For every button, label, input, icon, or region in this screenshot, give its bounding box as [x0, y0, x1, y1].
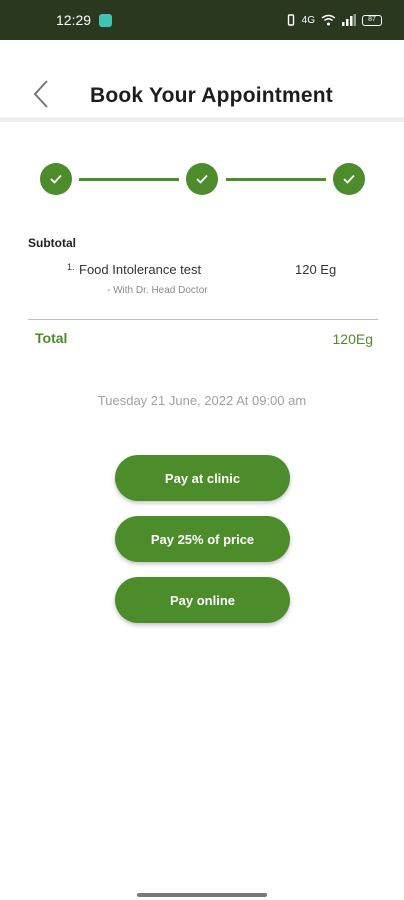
check-icon — [343, 174, 355, 184]
item-name: Food Intolerance test — [79, 262, 202, 277]
chevron-left-icon — [33, 80, 48, 108]
pay-partial-button[interactable]: Pay 25% of price — [115, 516, 290, 562]
app-bar: Book Your Appointment — [0, 40, 404, 122]
status-right: 4G 87 — [286, 14, 382, 26]
signal-icon — [342, 14, 356, 26]
step-1-complete — [40, 163, 72, 195]
step-3-complete — [333, 163, 365, 195]
item-price: 120 Eg — [295, 262, 337, 277]
appointment-date: Tuesday 21 June, 2022 At 09:00 am — [97, 393, 307, 408]
back-button[interactable] — [26, 76, 56, 112]
step-2-complete — [186, 163, 218, 195]
network-type: 4G — [301, 14, 315, 26]
home-indicator[interactable] — [137, 893, 267, 897]
progress-stepper — [40, 163, 365, 195]
page-title: Book Your Appointment — [90, 84, 333, 107]
app-notification-icon — [99, 13, 113, 27]
item-doctor: - With Dr. Head Doctor — [107, 285, 208, 296]
item-number: 1. — [67, 262, 75, 272]
pay-online-button[interactable]: Pay online — [115, 577, 290, 623]
check-icon — [50, 174, 62, 184]
vibrate-icon — [286, 14, 296, 26]
status-time: 12:29 — [56, 12, 92, 28]
pay-at-clinic-button[interactable]: Pay at clinic — [115, 455, 290, 501]
status-bar: 12:29 4G 87 — [0, 0, 404, 40]
status-left: 12:29 — [56, 12, 113, 28]
total-value: 120Eg — [332, 331, 373, 347]
check-icon — [196, 174, 208, 184]
divider — [28, 319, 378, 320]
wifi-icon — [321, 14, 336, 26]
battery-icon: 87 — [362, 14, 382, 26]
step-connector — [226, 177, 326, 181]
step-connector — [79, 177, 179, 181]
subtotal-label: Subtotal — [28, 236, 76, 250]
total-label: Total — [35, 330, 68, 346]
